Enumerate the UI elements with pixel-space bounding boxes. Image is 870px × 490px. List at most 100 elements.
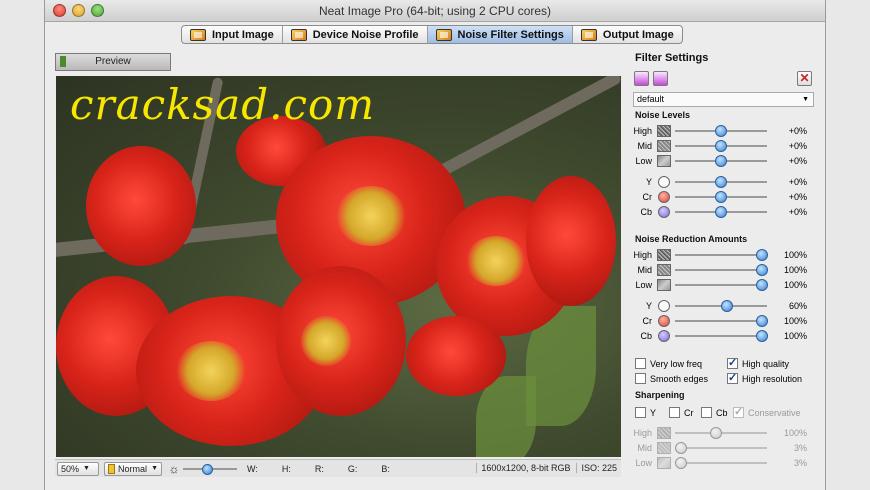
status-bar: 50% ▼ Normal ▼ ☼ W: H: R: G: B: 1600x1200,…	[55, 459, 621, 477]
zoom-select[interactable]: 50% ▼	[57, 461, 99, 476]
row-label: Mid	[637, 442, 652, 453]
section-title: Noise Reduction Amounts	[635, 234, 748, 244]
noise-reduction-row-mid: Mid 100%	[629, 262, 819, 277]
row-value: +0%	[788, 191, 807, 202]
row-value: +0%	[788, 176, 807, 187]
row-value: 100%	[783, 330, 807, 341]
row-value: 100%	[783, 264, 807, 275]
row-value: +0%	[788, 155, 807, 166]
row-value: +0%	[788, 125, 807, 136]
row-value: 100%	[783, 279, 807, 290]
view-mode-icon	[108, 463, 116, 474]
sharpen-cr-checkbox[interactable]: Cr	[669, 407, 701, 418]
row-label: High	[633, 427, 652, 438]
noise-reduction-cb-slider[interactable]	[675, 329, 769, 342]
chevron-down-icon: ▼	[151, 465, 158, 472]
slider-handle[interactable]	[674, 441, 687, 454]
watermark-text: cracksad.com	[70, 80, 376, 129]
image-preview[interactable]: cracksad.com	[56, 76, 621, 457]
tab-output-image[interactable]: Output Image	[573, 26, 682, 43]
slider-handle[interactable]	[756, 248, 769, 261]
view-mode-select[interactable]: Normal ▼	[104, 461, 162, 476]
tab-input-image[interactable]: Input Image	[182, 26, 283, 43]
tab-noise-filter-settings[interactable]: Noise Filter Settings	[427, 26, 573, 43]
noise-level-low-slider[interactable]	[675, 154, 767, 167]
noise-mid-icon	[657, 139, 671, 152]
slider-handle[interactable]	[756, 263, 769, 276]
iso-readout: ISO: 225	[576, 463, 617, 473]
row-label: Cb	[640, 206, 652, 217]
row-value: 60%	[788, 300, 807, 311]
sharpen-low-slider[interactable]	[674, 456, 767, 469]
noise-reduction-high-slider[interactable]	[675, 248, 769, 261]
noise-level-row-cb: Cb +0%	[629, 204, 819, 219]
sharpen-y-checkbox[interactable]: Y	[635, 407, 669, 418]
noise-reduction-row-cr: Cr 100%	[629, 313, 819, 328]
app-window: Neat Image Pro (64-bit; using 2 CPU core…	[44, 0, 826, 490]
window-title: Neat Image Pro (64-bit; using 2 CPU core…	[318, 4, 552, 18]
slider-handle[interactable]	[715, 154, 727, 167]
section-title: Sharpening	[635, 390, 685, 400]
noise-level-row-low: Low +0%	[629, 153, 819, 168]
noise-reduction-row-y: Y 60%	[629, 298, 819, 313]
slider-handle[interactable]	[756, 314, 769, 327]
sharpen-mid-slider[interactable]	[674, 441, 767, 454]
slider-handle[interactable]	[715, 205, 727, 218]
noise-level-high-slider[interactable]	[675, 124, 767, 137]
noise-level-y-slider[interactable]	[675, 175, 767, 188]
slider-handle[interactable]	[715, 124, 727, 137]
high-quality-checkbox[interactable]: High quality	[727, 356, 789, 369]
brightness-slider-handle[interactable]	[202, 463, 214, 475]
slider-handle[interactable]	[756, 278, 769, 291]
noise-reduction-mid-slider[interactable]	[675, 263, 769, 276]
slider-handle[interactable]	[715, 175, 727, 188]
width-readout: W:	[247, 463, 258, 474]
slider-handle[interactable]	[674, 456, 687, 469]
noise-reduction-low-slider[interactable]	[675, 278, 769, 291]
output-image-icon	[580, 28, 597, 41]
slider-handle[interactable]	[710, 426, 723, 439]
open-preset-icon[interactable]	[634, 71, 649, 86]
noise-reduction-cr-slider[interactable]	[675, 314, 769, 327]
slider-handle[interactable]	[715, 190, 727, 203]
conservative-checkbox[interactable]: Conservative	[733, 405, 801, 418]
noise-level-cb-slider[interactable]	[675, 205, 767, 218]
section-title: Noise Levels	[635, 110, 691, 120]
preset-select[interactable]: default ▼	[633, 92, 814, 107]
panel-title: Filter Settings	[635, 52, 709, 64]
flower	[86, 146, 196, 266]
smooth-edges-checkbox[interactable]: Smooth edges	[635, 373, 727, 384]
row-label: Y	[645, 176, 652, 187]
sharpen-cb-checkbox[interactable]: Cb	[701, 407, 733, 418]
row-value: 100%	[783, 427, 807, 438]
noise-levels-section: Noise Levels High +0% Mid +0% Low +0% Y +0% Cr +0…	[629, 110, 819, 219]
noise-high-icon	[657, 124, 671, 137]
titlebar: Neat Image Pro (64-bit; using 2 CPU core…	[45, 0, 825, 22]
noise-level-cr-slider[interactable]	[675, 190, 767, 203]
very-low-freq-checkbox[interactable]: Very low freq	[635, 358, 727, 369]
noise-reduction-row-high: High 100%	[629, 247, 819, 262]
close-icon[interactable]: ✕	[797, 71, 812, 86]
green-readout: G:	[347, 463, 358, 474]
row-label: Cr	[642, 315, 653, 326]
y-channel-icon	[658, 175, 670, 188]
preview-button[interactable]: Preview	[55, 53, 171, 71]
noise-mid-icon	[657, 263, 671, 276]
slider-handle[interactable]	[715, 139, 727, 152]
save-preset-icon[interactable]	[653, 71, 668, 86]
sharpen-high-slider[interactable]	[675, 426, 767, 439]
y-channel-icon	[658, 299, 670, 312]
slider-handle[interactable]	[721, 299, 734, 312]
chevron-down-icon: ▼	[83, 465, 90, 472]
row-value: 100%	[783, 315, 807, 326]
noise-reduction-y-slider[interactable]	[675, 299, 767, 312]
brightness-icon: ☼	[168, 461, 180, 476]
brightness-slider[interactable]	[183, 463, 237, 475]
slider-handle[interactable]	[756, 329, 769, 342]
noise-level-mid-slider[interactable]	[675, 139, 767, 152]
flower-stamen	[176, 341, 246, 401]
row-label: Cr	[642, 191, 653, 202]
noise-level-row-high: High +0%	[629, 123, 819, 138]
tab-device-noise-profile[interactable]: Device Noise Profile	[283, 26, 428, 43]
high-resolution-checkbox[interactable]: High resolution	[727, 371, 802, 384]
